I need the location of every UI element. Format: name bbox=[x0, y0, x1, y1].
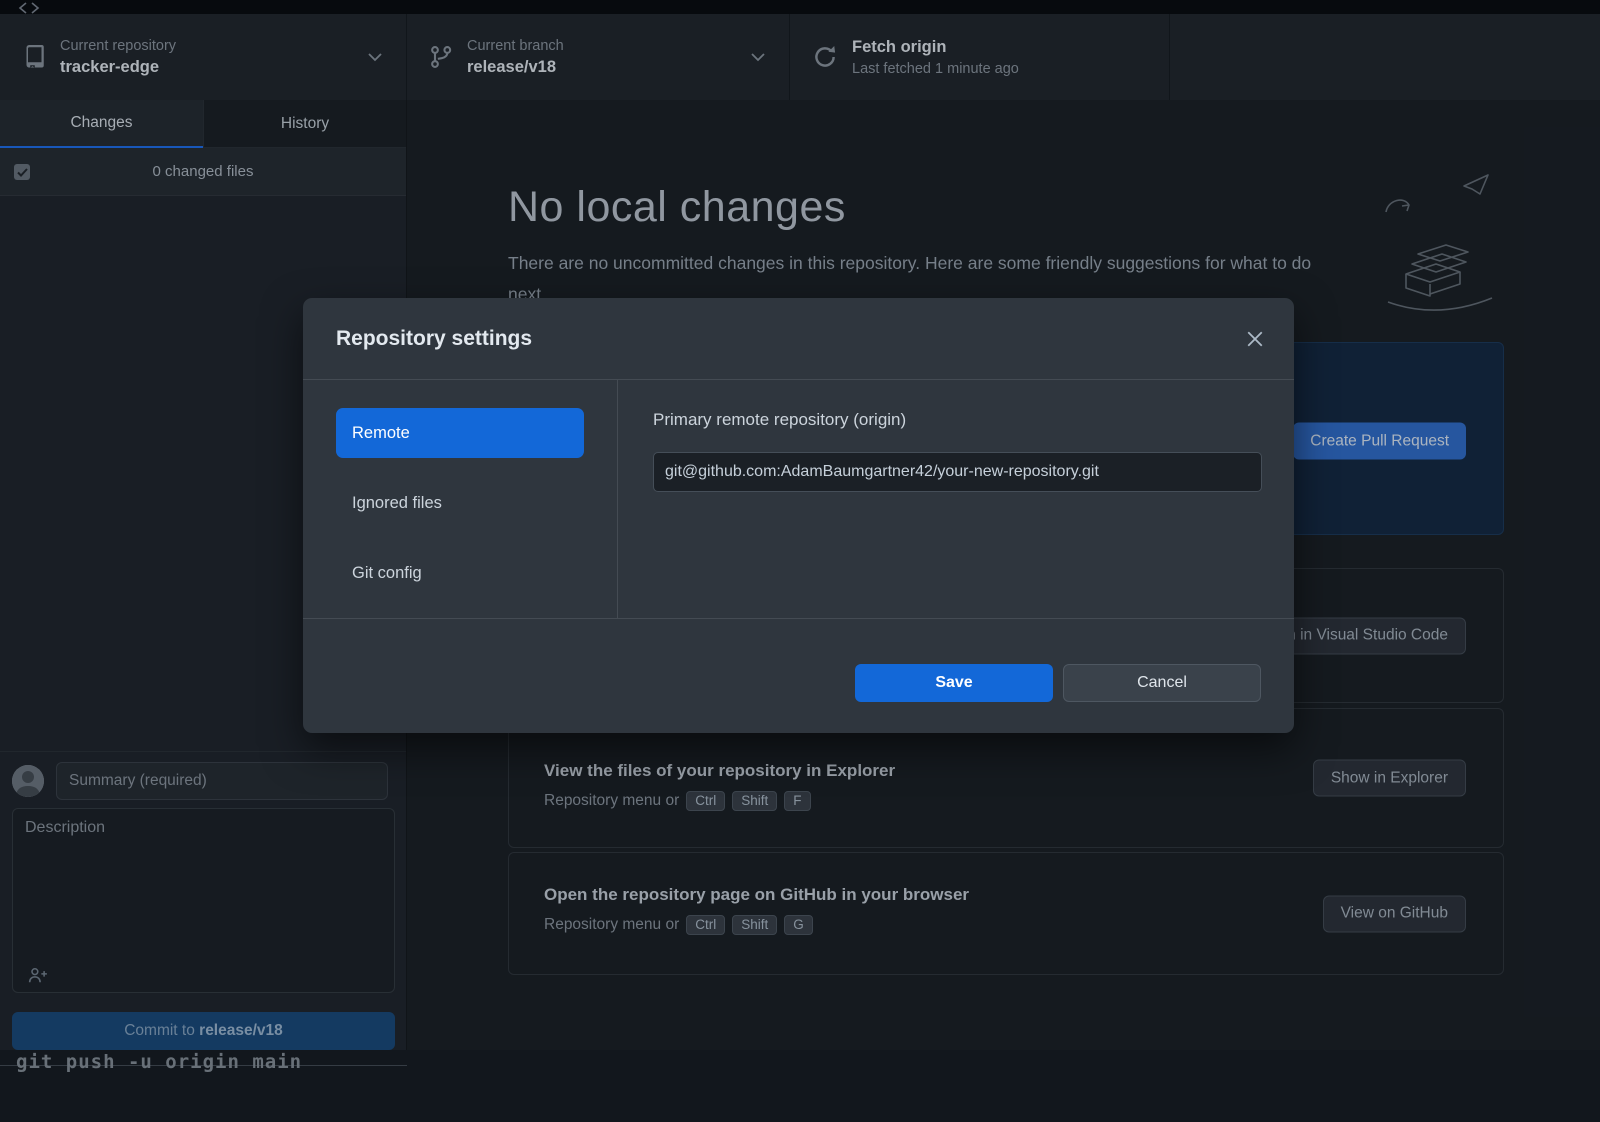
dialog-footer: Save Cancel bbox=[303, 618, 1294, 732]
close-dialog-button[interactable] bbox=[1240, 324, 1270, 354]
dialog-title: Repository settings bbox=[336, 326, 533, 350]
remote-url-label: Primary remote repository (origin) bbox=[653, 410, 907, 429]
nav-item-remote[interactable]: Remote bbox=[336, 408, 584, 458]
nav-item-git-config[interactable]: Git config bbox=[336, 548, 584, 598]
remote-url-input[interactable] bbox=[653, 452, 1262, 492]
close-icon bbox=[1247, 331, 1263, 347]
nav-item-ignored-files[interactable]: Ignored files bbox=[336, 478, 584, 528]
github-desktop-window: Current repository tracker-edge Current … bbox=[0, 0, 1600, 1122]
dialog-body: Remote Ignored files Git config Primary … bbox=[303, 380, 1294, 618]
terminal-command-text: git push -u origin main bbox=[16, 1051, 303, 1073]
dialog-header: Repository settings bbox=[303, 298, 1294, 380]
repository-settings-dialog: Repository settings Remote Ignored files… bbox=[303, 298, 1294, 733]
background-terminal-strip: git push -u origin main bbox=[0, 1050, 1600, 1122]
cancel-button[interactable]: Cancel bbox=[1063, 664, 1261, 702]
remote-settings-panel: Primary remote repository (origin) bbox=[618, 380, 1294, 618]
save-button[interactable]: Save bbox=[855, 664, 1053, 702]
settings-nav: Remote Ignored files Git config bbox=[303, 380, 618, 618]
